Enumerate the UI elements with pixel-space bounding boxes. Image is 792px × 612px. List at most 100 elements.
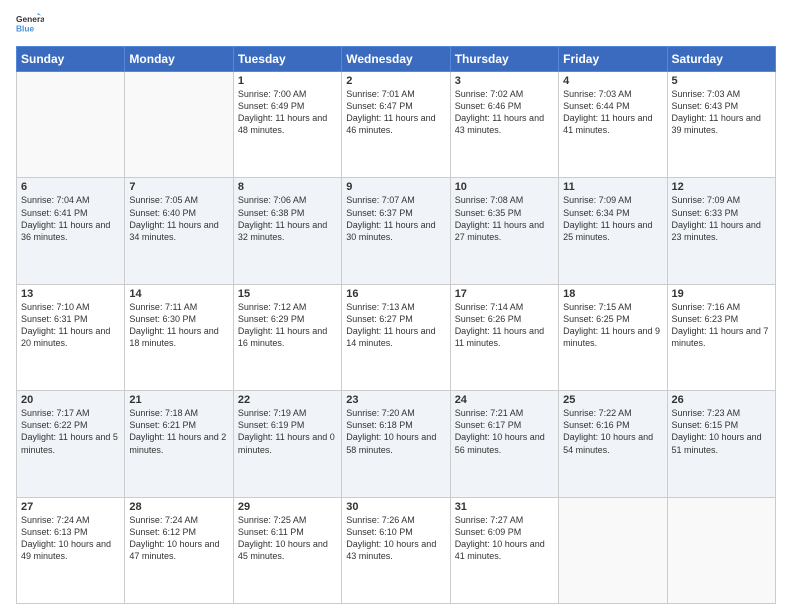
day-info: Sunrise: 7:11 AM Sunset: 6:30 PM Dayligh… — [129, 301, 228, 350]
day-number: 4 — [563, 75, 662, 87]
day-info: Sunrise: 7:25 AM Sunset: 6:11 PM Dayligh… — [238, 514, 337, 563]
week-row-1: 1Sunrise: 7:00 AM Sunset: 6:49 PM Daylig… — [17, 72, 776, 178]
day-info: Sunrise: 7:04 AM Sunset: 6:41 PM Dayligh… — [21, 194, 120, 243]
day-number: 2 — [346, 75, 445, 87]
day-info: Sunrise: 7:21 AM Sunset: 6:17 PM Dayligh… — [455, 407, 554, 456]
weekday-header-thursday: Thursday — [450, 47, 558, 72]
day-info: Sunrise: 7:15 AM Sunset: 6:25 PM Dayligh… — [563, 301, 662, 350]
calendar-cell: 16Sunrise: 7:13 AM Sunset: 6:27 PM Dayli… — [342, 284, 450, 390]
calendar-cell: 14Sunrise: 7:11 AM Sunset: 6:30 PM Dayli… — [125, 284, 233, 390]
day-info: Sunrise: 7:09 AM Sunset: 6:34 PM Dayligh… — [563, 194, 662, 243]
day-number: 11 — [563, 181, 662, 193]
calendar-cell: 17Sunrise: 7:14 AM Sunset: 6:26 PM Dayli… — [450, 284, 558, 390]
day-number: 28 — [129, 501, 228, 513]
calendar-cell: 1Sunrise: 7:00 AM Sunset: 6:49 PM Daylig… — [233, 72, 341, 178]
calendar-cell: 15Sunrise: 7:12 AM Sunset: 6:29 PM Dayli… — [233, 284, 341, 390]
day-info: Sunrise: 7:13 AM Sunset: 6:27 PM Dayligh… — [346, 301, 445, 350]
day-number: 17 — [455, 288, 554, 300]
weekday-header-friday: Friday — [559, 47, 667, 72]
day-info: Sunrise: 7:14 AM Sunset: 6:26 PM Dayligh… — [455, 301, 554, 350]
calendar: SundayMondayTuesdayWednesdayThursdayFrid… — [16, 46, 776, 604]
day-info: Sunrise: 7:24 AM Sunset: 6:12 PM Dayligh… — [129, 514, 228, 563]
day-info: Sunrise: 7:02 AM Sunset: 6:46 PM Dayligh… — [455, 88, 554, 137]
calendar-cell: 10Sunrise: 7:08 AM Sunset: 6:35 PM Dayli… — [450, 178, 558, 284]
calendar-cell: 20Sunrise: 7:17 AM Sunset: 6:22 PM Dayli… — [17, 391, 125, 497]
day-number: 20 — [21, 394, 120, 406]
day-info: Sunrise: 7:00 AM Sunset: 6:49 PM Dayligh… — [238, 88, 337, 137]
day-number: 16 — [346, 288, 445, 300]
calendar-cell: 8Sunrise: 7:06 AM Sunset: 6:38 PM Daylig… — [233, 178, 341, 284]
day-info: Sunrise: 7:10 AM Sunset: 6:31 PM Dayligh… — [21, 301, 120, 350]
calendar-cell: 18Sunrise: 7:15 AM Sunset: 6:25 PM Dayli… — [559, 284, 667, 390]
calendar-cell: 30Sunrise: 7:26 AM Sunset: 6:10 PM Dayli… — [342, 497, 450, 603]
logo: General Blue — [16, 12, 44, 40]
day-number: 19 — [672, 288, 771, 300]
day-number: 21 — [129, 394, 228, 406]
day-number: 13 — [21, 288, 120, 300]
page: General Blue SundayMondayTuesdayWednesda… — [0, 0, 792, 612]
weekday-header-saturday: Saturday — [667, 47, 775, 72]
day-info: Sunrise: 7:08 AM Sunset: 6:35 PM Dayligh… — [455, 194, 554, 243]
calendar-cell: 29Sunrise: 7:25 AM Sunset: 6:11 PM Dayli… — [233, 497, 341, 603]
day-info: Sunrise: 7:19 AM Sunset: 6:19 PM Dayligh… — [238, 407, 337, 456]
calendar-cell: 11Sunrise: 7:09 AM Sunset: 6:34 PM Dayli… — [559, 178, 667, 284]
day-number: 6 — [21, 181, 120, 193]
day-info: Sunrise: 7:03 AM Sunset: 6:44 PM Dayligh… — [563, 88, 662, 137]
day-info: Sunrise: 7:20 AM Sunset: 6:18 PM Dayligh… — [346, 407, 445, 456]
day-number: 22 — [238, 394, 337, 406]
day-number: 3 — [455, 75, 554, 87]
day-number: 12 — [672, 181, 771, 193]
calendar-cell: 12Sunrise: 7:09 AM Sunset: 6:33 PM Dayli… — [667, 178, 775, 284]
calendar-cell: 31Sunrise: 7:27 AM Sunset: 6:09 PM Dayli… — [450, 497, 558, 603]
day-number: 30 — [346, 501, 445, 513]
day-number: 5 — [672, 75, 771, 87]
weekday-header-wednesday: Wednesday — [342, 47, 450, 72]
calendar-cell: 27Sunrise: 7:24 AM Sunset: 6:13 PM Dayli… — [17, 497, 125, 603]
calendar-cell: 25Sunrise: 7:22 AM Sunset: 6:16 PM Dayli… — [559, 391, 667, 497]
day-info: Sunrise: 7:01 AM Sunset: 6:47 PM Dayligh… — [346, 88, 445, 137]
day-number: 27 — [21, 501, 120, 513]
day-info: Sunrise: 7:12 AM Sunset: 6:29 PM Dayligh… — [238, 301, 337, 350]
day-info: Sunrise: 7:17 AM Sunset: 6:22 PM Dayligh… — [21, 407, 120, 456]
day-number: 29 — [238, 501, 337, 513]
week-row-2: 6Sunrise: 7:04 AM Sunset: 6:41 PM Daylig… — [17, 178, 776, 284]
day-number: 31 — [455, 501, 554, 513]
day-info: Sunrise: 7:09 AM Sunset: 6:33 PM Dayligh… — [672, 194, 771, 243]
day-info: Sunrise: 7:06 AM Sunset: 6:38 PM Dayligh… — [238, 194, 337, 243]
day-number: 1 — [238, 75, 337, 87]
week-row-5: 27Sunrise: 7:24 AM Sunset: 6:13 PM Dayli… — [17, 497, 776, 603]
day-info: Sunrise: 7:26 AM Sunset: 6:10 PM Dayligh… — [346, 514, 445, 563]
weekday-header-monday: Monday — [125, 47, 233, 72]
day-number: 9 — [346, 181, 445, 193]
calendar-cell: 6Sunrise: 7:04 AM Sunset: 6:41 PM Daylig… — [17, 178, 125, 284]
calendar-cell: 7Sunrise: 7:05 AM Sunset: 6:40 PM Daylig… — [125, 178, 233, 284]
calendar-cell — [559, 497, 667, 603]
day-number: 23 — [346, 394, 445, 406]
day-info: Sunrise: 7:22 AM Sunset: 6:16 PM Dayligh… — [563, 407, 662, 456]
calendar-cell: 19Sunrise: 7:16 AM Sunset: 6:23 PM Dayli… — [667, 284, 775, 390]
day-number: 18 — [563, 288, 662, 300]
weekday-header-tuesday: Tuesday — [233, 47, 341, 72]
day-number: 15 — [238, 288, 337, 300]
weekday-header-sunday: Sunday — [17, 47, 125, 72]
week-row-4: 20Sunrise: 7:17 AM Sunset: 6:22 PM Dayli… — [17, 391, 776, 497]
day-number: 8 — [238, 181, 337, 193]
calendar-cell: 21Sunrise: 7:18 AM Sunset: 6:21 PM Dayli… — [125, 391, 233, 497]
day-number: 25 — [563, 394, 662, 406]
day-number: 26 — [672, 394, 771, 406]
calendar-cell: 5Sunrise: 7:03 AM Sunset: 6:43 PM Daylig… — [667, 72, 775, 178]
day-info: Sunrise: 7:27 AM Sunset: 6:09 PM Dayligh… — [455, 514, 554, 563]
week-row-3: 13Sunrise: 7:10 AM Sunset: 6:31 PM Dayli… — [17, 284, 776, 390]
logo-icon: General Blue — [16, 12, 44, 40]
header: General Blue — [16, 12, 776, 40]
calendar-cell: 13Sunrise: 7:10 AM Sunset: 6:31 PM Dayli… — [17, 284, 125, 390]
calendar-cell: 28Sunrise: 7:24 AM Sunset: 6:12 PM Dayli… — [125, 497, 233, 603]
day-info: Sunrise: 7:03 AM Sunset: 6:43 PM Dayligh… — [672, 88, 771, 137]
day-info: Sunrise: 7:18 AM Sunset: 6:21 PM Dayligh… — [129, 407, 228, 456]
svg-text:General: General — [16, 14, 44, 24]
day-number: 24 — [455, 394, 554, 406]
calendar-cell — [17, 72, 125, 178]
calendar-cell: 26Sunrise: 7:23 AM Sunset: 6:15 PM Dayli… — [667, 391, 775, 497]
day-info: Sunrise: 7:16 AM Sunset: 6:23 PM Dayligh… — [672, 301, 771, 350]
day-info: Sunrise: 7:05 AM Sunset: 6:40 PM Dayligh… — [129, 194, 228, 243]
